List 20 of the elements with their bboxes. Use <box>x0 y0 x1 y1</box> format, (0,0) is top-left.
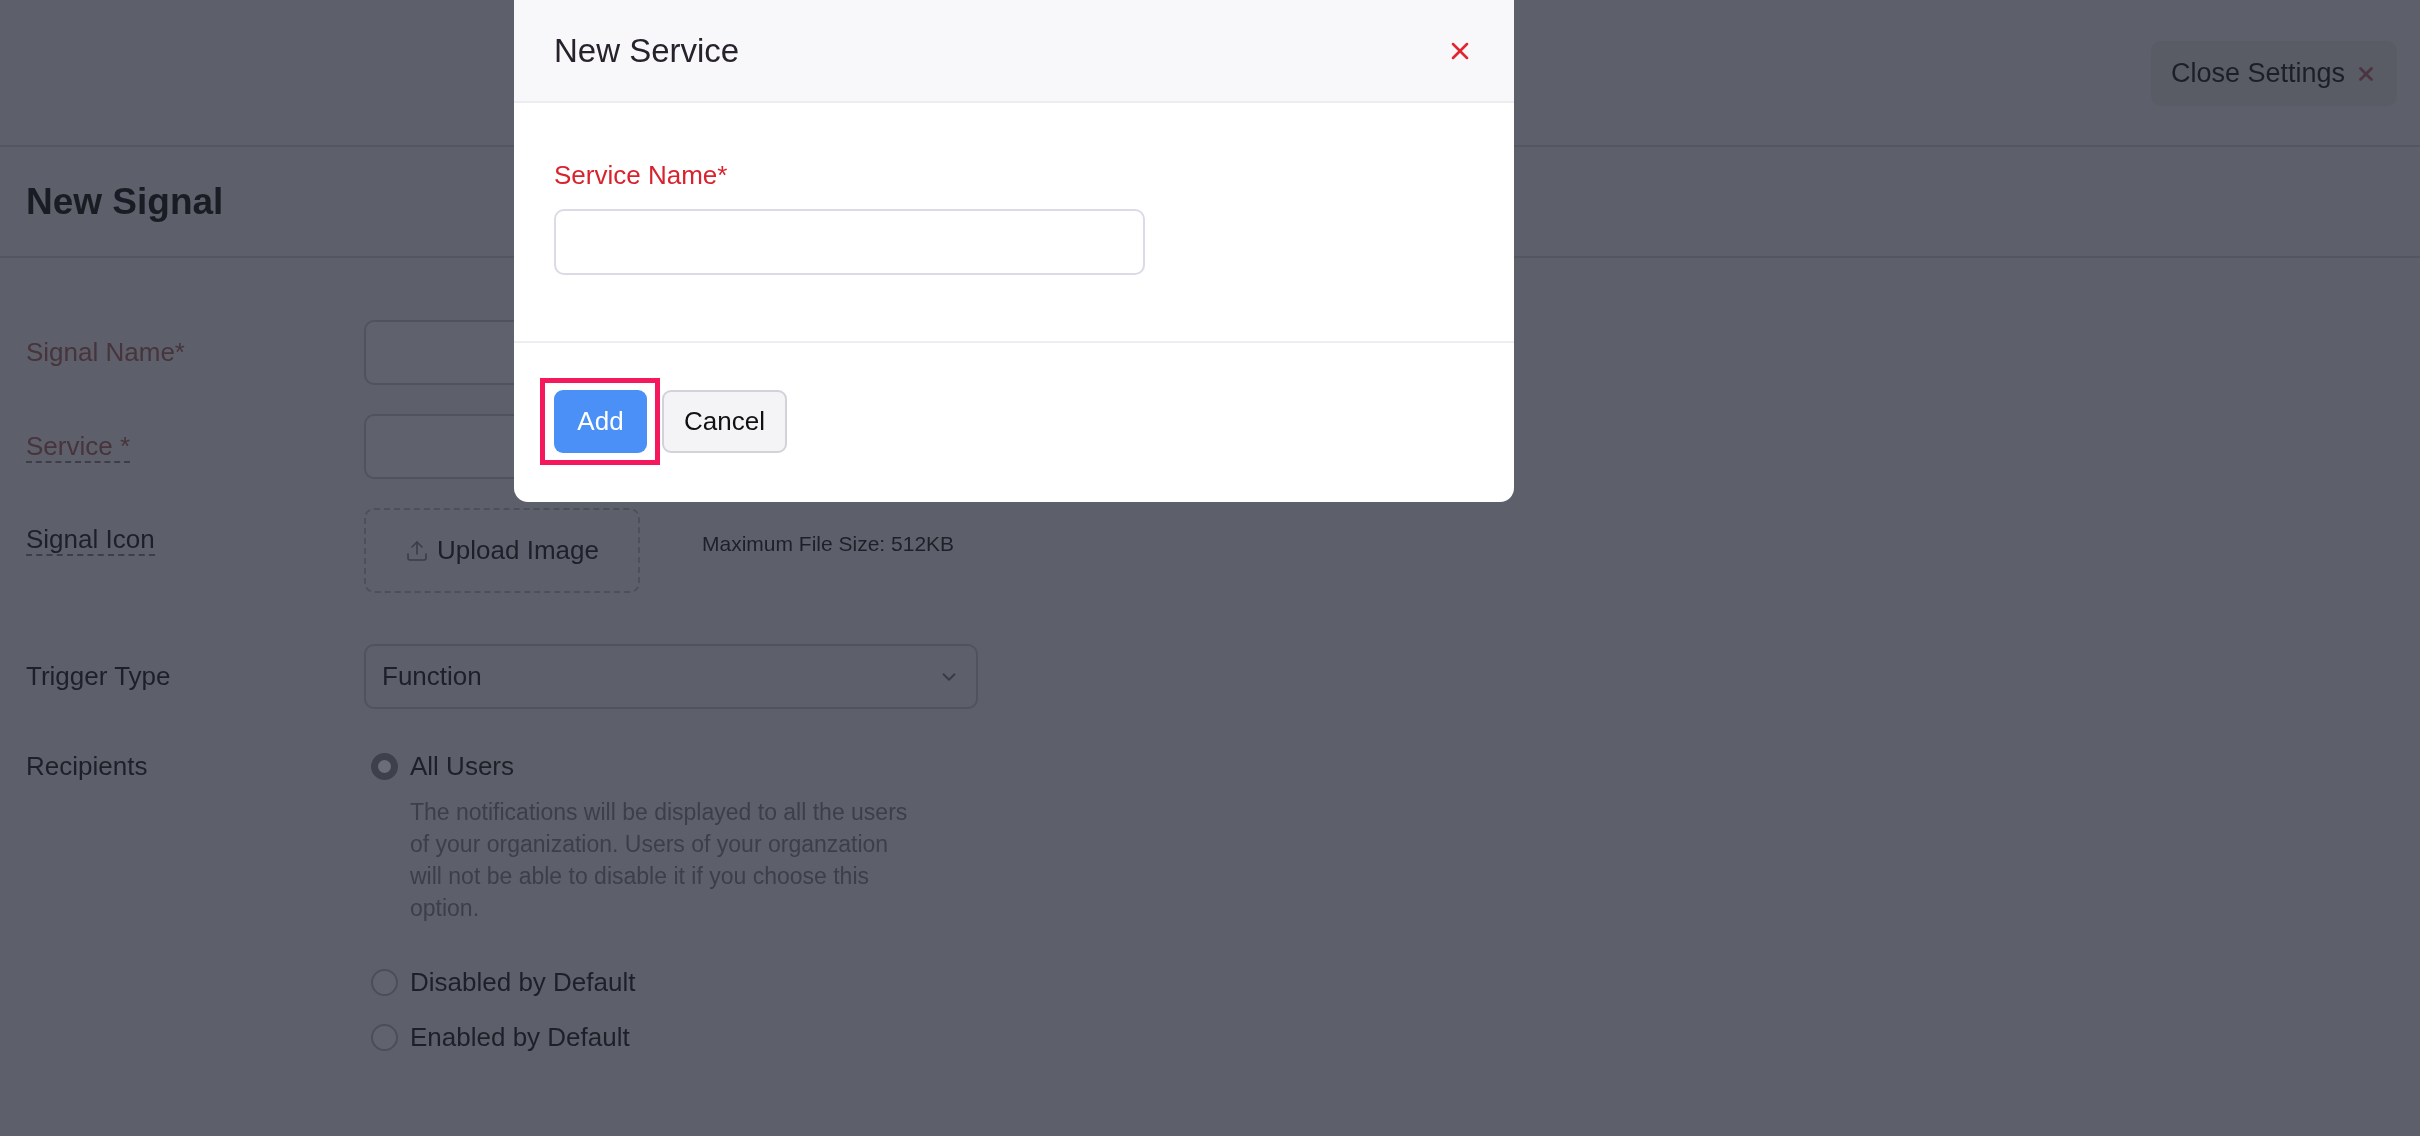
upload-image-button[interactable]: Upload Image <box>364 508 640 593</box>
radio-label: Enabled by Default <box>410 1022 630 1052</box>
text-input-field[interactable] <box>364 414 514 479</box>
field-label: Service Name* <box>554 160 728 190</box>
dialog-title: New Service <box>554 30 740 71</box>
service-name-input[interactable] <box>554 209 1145 275</box>
field-label: Trigger Type <box>26 661 171 691</box>
field-label: Signal Icon <box>26 524 155 556</box>
trigger-type-select[interactable]: Function <box>364 644 978 709</box>
radio-label: All Users <box>410 751 514 781</box>
file-size-note: Maximum File Size: 512KB <box>702 531 955 556</box>
add-button[interactable]: Add <box>554 390 647 453</box>
page-title: New Signal <box>26 179 224 224</box>
field-label: Recipients <box>26 751 148 781</box>
radio-label: Disabled by Default <box>410 967 636 997</box>
cancel-button[interactable]: Cancel <box>662 390 787 453</box>
upload-icon <box>405 538 430 563</box>
radio-button[interactable] <box>371 752 398 780</box>
text-input-field[interactable] <box>364 320 514 385</box>
close-settings-button[interactable]: Close Settings <box>2150 41 2397 106</box>
